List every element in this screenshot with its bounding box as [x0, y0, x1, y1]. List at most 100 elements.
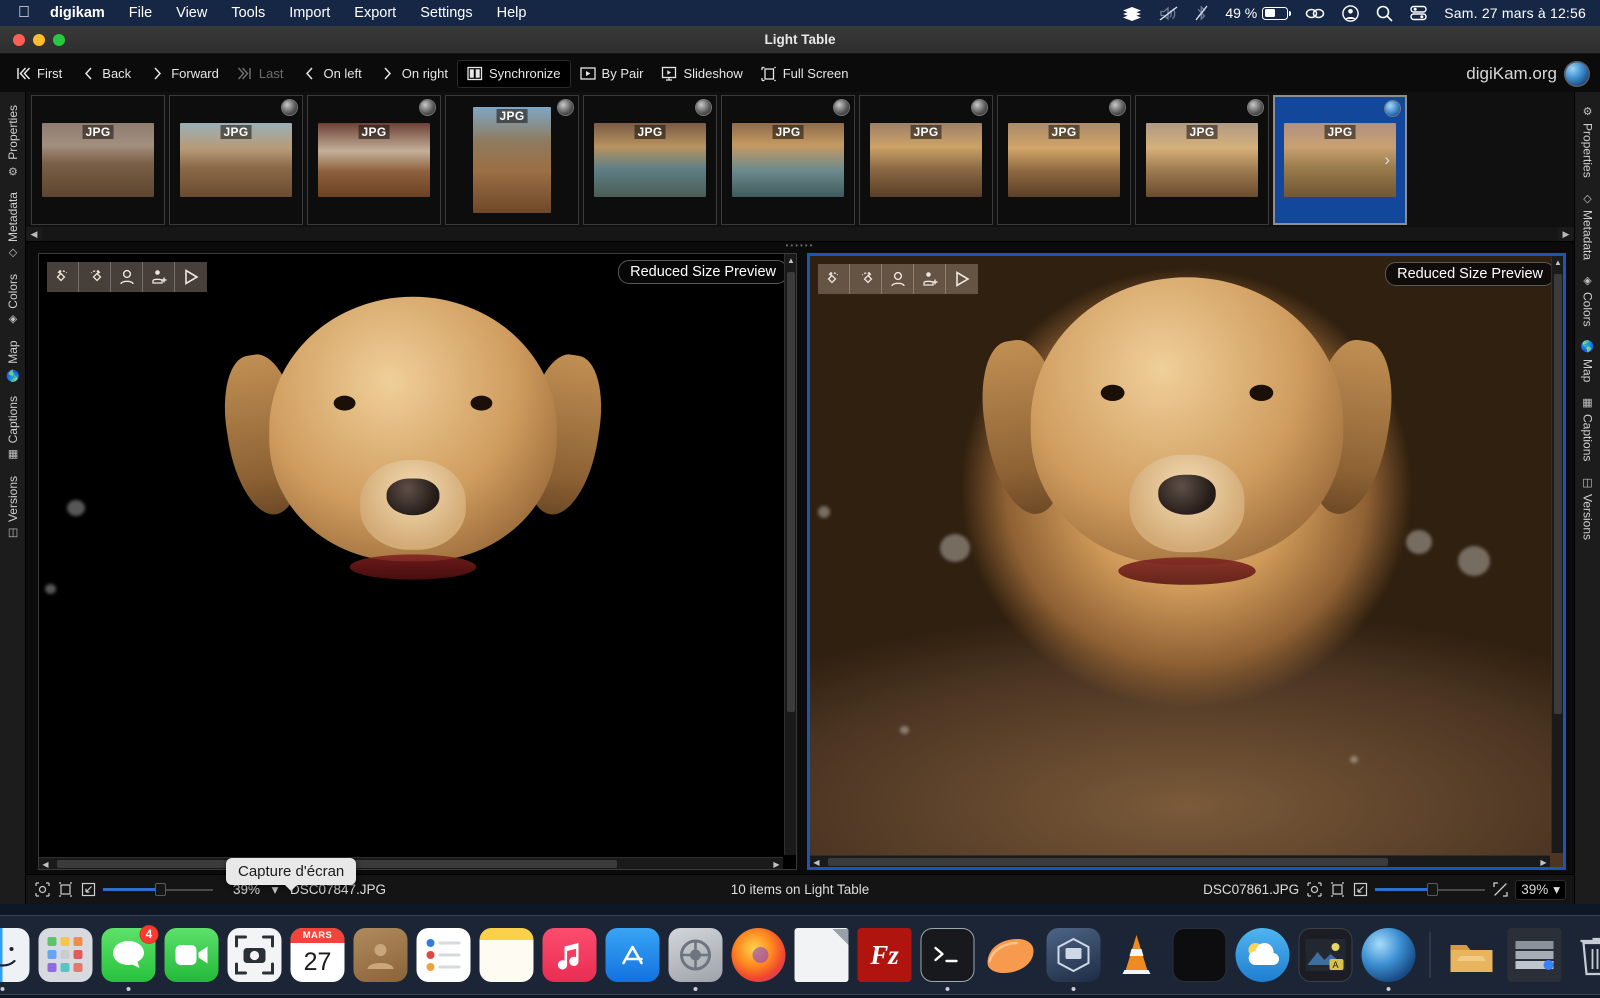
vertical-scroll-thumb[interactable] [787, 272, 795, 712]
menu-item-file[interactable]: File [129, 5, 152, 21]
user-account-icon[interactable] [1342, 5, 1359, 22]
dock-item-downloads[interactable] [1445, 928, 1499, 982]
play-icon[interactable] [175, 262, 207, 292]
fit-to-window-icon[interactable] [34, 882, 50, 898]
scroll-left-button[interactable]: ◀ [39, 858, 52, 870]
face-icon[interactable] [882, 264, 914, 294]
rotate-globe-icon[interactable] [834, 100, 849, 115]
menu-item-tools[interactable]: Tools [231, 5, 265, 21]
menu-item-help[interactable]: Help [497, 5, 527, 21]
sidebar-right-item-colors[interactable]: ◈ Colors [1581, 267, 1595, 334]
dock-item-virtualbox[interactable] [1047, 928, 1101, 982]
sidebar-item-colors[interactable]: ◈ Colors [6, 267, 20, 334]
sidebar-item-captions[interactable]: ▦ Captions [6, 389, 20, 468]
dock-item-terminal[interactable] [921, 928, 975, 982]
menubar-clock[interactable]: Sam. 27 mars à 12:56 [1444, 5, 1586, 21]
dock-item-calendar[interactable]: MARS 27 [291, 928, 345, 982]
sidebar-item-metadata[interactable]: ◇ Metadata [6, 185, 20, 267]
scroll-right-button[interactable]: ▶ [770, 858, 783, 870]
dock-item-system-settings[interactable] [669, 928, 723, 982]
dock-item-finder[interactable] [0, 928, 30, 982]
scroll-up-button[interactable]: ▲ [1552, 256, 1564, 269]
toolbar-button-on-left[interactable]: On left [292, 60, 370, 88]
menu-item-import[interactable]: Import [289, 5, 330, 21]
dock-item-screenshot[interactable] [228, 928, 282, 982]
dock-item-digikam[interactable] [1362, 928, 1416, 982]
stack-icon[interactable] [1122, 6, 1142, 21]
preview-pane-right[interactable]: Reduced Size Preview ▲ ◀ ▶ [807, 253, 1566, 870]
sidebar-right-item-versions[interactable]: ◫ Versions [1581, 469, 1595, 547]
search-icon[interactable] [1376, 5, 1393, 22]
thumbnail-item[interactable]: JPG [169, 95, 303, 225]
close-button[interactable] [13, 34, 25, 46]
volume-muted-icon[interactable] [1159, 6, 1178, 21]
dock-item-weather[interactable] [1236, 928, 1290, 982]
dock-item-trash[interactable] [1571, 928, 1600, 982]
rotate-left-icon[interactable] [818, 264, 850, 294]
rotate-left-icon[interactable] [47, 262, 79, 292]
menu-item-digikam[interactable]: digikam [50, 5, 105, 21]
expand-icon[interactable] [1492, 882, 1508, 898]
sidebar-right-item-properties[interactable]: ⚙ Properties [1581, 98, 1595, 185]
toolbar-button-slideshow[interactable]: Slideshow [652, 60, 751, 88]
filmstrip-scroll-left-button[interactable]: ◀ [26, 227, 42, 241]
thumbnail-item[interactable]: JPG [445, 95, 579, 225]
zoom-100-icon[interactable] [57, 882, 73, 898]
dock-item-music[interactable] [543, 928, 597, 982]
preview-horizontal-scrollbar-left[interactable]: ◀ ▶ [39, 857, 783, 870]
rotate-globe-icon[interactable] [420, 100, 435, 115]
zoom-slider-right[interactable] [1375, 883, 1485, 897]
maximize-button[interactable] [53, 34, 65, 46]
thumbnail-item[interactable]: JPG [1135, 95, 1269, 225]
zoom-fit-icon[interactable] [1352, 882, 1368, 898]
apple-icon[interactable]:  [18, 5, 30, 21]
dock-item-firefox[interactable] [732, 928, 786, 982]
toolbar-button-first[interactable]: First [6, 60, 71, 88]
menu-item-view[interactable]: View [176, 5, 207, 21]
rotate-globe-icon[interactable] [1385, 101, 1400, 116]
minimize-button[interactable] [33, 34, 45, 46]
rotate-globe-icon[interactable] [1110, 100, 1125, 115]
menu-item-export[interactable]: Export [354, 5, 396, 21]
toolbar-button-full-screen[interactable]: Full Screen [752, 60, 858, 88]
link-icon[interactable] [1305, 6, 1325, 21]
dock-item-clementine[interactable] [984, 928, 1038, 982]
sidebar-right-item-captions[interactable]: ▦ Captions [1581, 389, 1595, 468]
rotate-globe-icon[interactable] [558, 100, 573, 115]
zoom-combo-right[interactable]: 39% ▾ [1515, 880, 1566, 900]
dock-item-notes[interactable] [480, 928, 534, 982]
menu-item-settings[interactable]: Settings [420, 5, 472, 21]
rotate-globe-icon[interactable] [972, 100, 987, 115]
panel-splitter[interactable]: •••••• [26, 242, 1574, 249]
dock-item-vlc[interactable] [1110, 928, 1164, 982]
add-face-icon[interactable] [914, 264, 946, 294]
scroll-left-button[interactable]: ◀ [810, 856, 823, 869]
dock-item-documents[interactable] [1508, 928, 1562, 982]
thumbnail-item[interactable]: JPG [307, 95, 441, 225]
rotate-globe-icon[interactable] [696, 100, 711, 115]
preview-pane-left[interactable]: Reduced Size Preview ▲ ◀ ▶ [38, 253, 797, 870]
dock-item-image-editor[interactable]: A [1299, 928, 1353, 982]
sidebar-item-map[interactable]: 🌎 Map [6, 333, 20, 389]
toolbar-button-synchronize[interactable]: Synchronize [457, 60, 571, 88]
toolbar-button-by-pair[interactable]: By Pair [571, 60, 653, 88]
dock-item-text-document[interactable] [795, 928, 849, 982]
rotate-right-icon[interactable] [79, 262, 111, 292]
thumbnail-item[interactable]: JPG [997, 95, 1131, 225]
toolbar-button-forward[interactable]: Forward [140, 60, 228, 88]
thumbnail-item[interactable]: JPG [721, 95, 855, 225]
rotate-right-icon[interactable] [850, 264, 882, 294]
dock-item-reminders[interactable] [417, 928, 471, 982]
preview-vertical-scrollbar-left[interactable]: ▲ [784, 254, 797, 855]
dock-item-app-store[interactable] [606, 928, 660, 982]
horizontal-scroll-thumb[interactable] [828, 858, 1388, 866]
face-icon[interactable] [111, 262, 143, 292]
sidebar-item-versions[interactable]: ◫ Versions [6, 469, 20, 547]
thumbnail-item[interactable]: JPG [31, 95, 165, 225]
bluetooth-off-icon[interactable] [1195, 5, 1208, 21]
sidebar-right-item-metadata[interactable]: ◇ Metadata [1581, 185, 1595, 267]
zoom-fit-icon[interactable] [80, 882, 96, 898]
rotate-globe-icon[interactable] [1248, 100, 1263, 115]
sidebar-item-properties[interactable]: ⚙ Properties [6, 98, 20, 185]
fit-to-window-icon[interactable] [1306, 882, 1322, 898]
